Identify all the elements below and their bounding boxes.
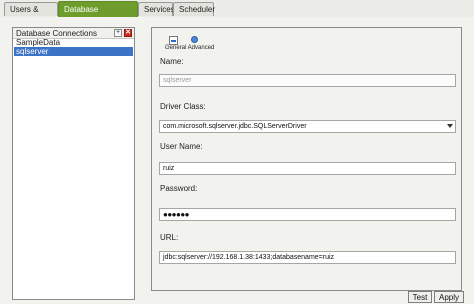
name-field: sqlserver	[159, 74, 456, 87]
driver-class-select[interactable]: com.microsoft.sqlserver.jdbc.SQLServerDr…	[159, 120, 456, 133]
chevron-down-icon[interactable]	[447, 124, 453, 128]
tab-scheduler[interactable]: Scheduler	[173, 2, 215, 16]
advanced-settings-icon[interactable]	[191, 36, 198, 43]
test-button[interactable]: Test	[408, 291, 432, 303]
tab-database-connections[interactable]: Database Connections	[58, 1, 138, 29]
add-connection-button[interactable]: +	[114, 29, 122, 37]
user-name-label: User Name:	[160, 142, 203, 151]
connections-panel: Database Connections + ✕ SampleData sqls…	[12, 27, 135, 300]
tab-services[interactable]: Services	[138, 2, 175, 16]
name-label: Name:	[160, 57, 184, 66]
password-label: Password:	[160, 184, 198, 193]
url-field[interactable]: jdbc:sqlserver://192.168.1.38:1433;datab…	[159, 251, 456, 264]
user-name-field[interactable]: ruiz	[159, 162, 456, 175]
tab-users-roles[interactable]: Users & Roles	[4, 2, 58, 28]
apply-button[interactable]: Apply	[434, 291, 464, 303]
connections-panel-title: Database Connections	[16, 29, 97, 38]
password-field[interactable]: ●●●●●●	[159, 208, 456, 221]
driver-class-value: com.microsoft.sqlserver.jdbc.SQLServerDr…	[163, 123, 307, 130]
connection-item-sampledata[interactable]: SampleData	[14, 38, 133, 47]
connection-details-panel: General Advanced Name: sqlserver Driver …	[151, 27, 462, 291]
tab-bar: Users & Roles Database Connections Servi…	[0, 0, 474, 29]
delete-connection-button[interactable]: ✕	[124, 29, 132, 37]
url-label: URL:	[160, 233, 179, 242]
toolbar-label: General Advanced	[165, 45, 215, 51]
general-settings-icon[interactable]	[169, 36, 178, 45]
connection-item-sqlserver[interactable]: sqlserver	[14, 47, 133, 56]
driver-class-label: Driver Class:	[160, 102, 206, 111]
